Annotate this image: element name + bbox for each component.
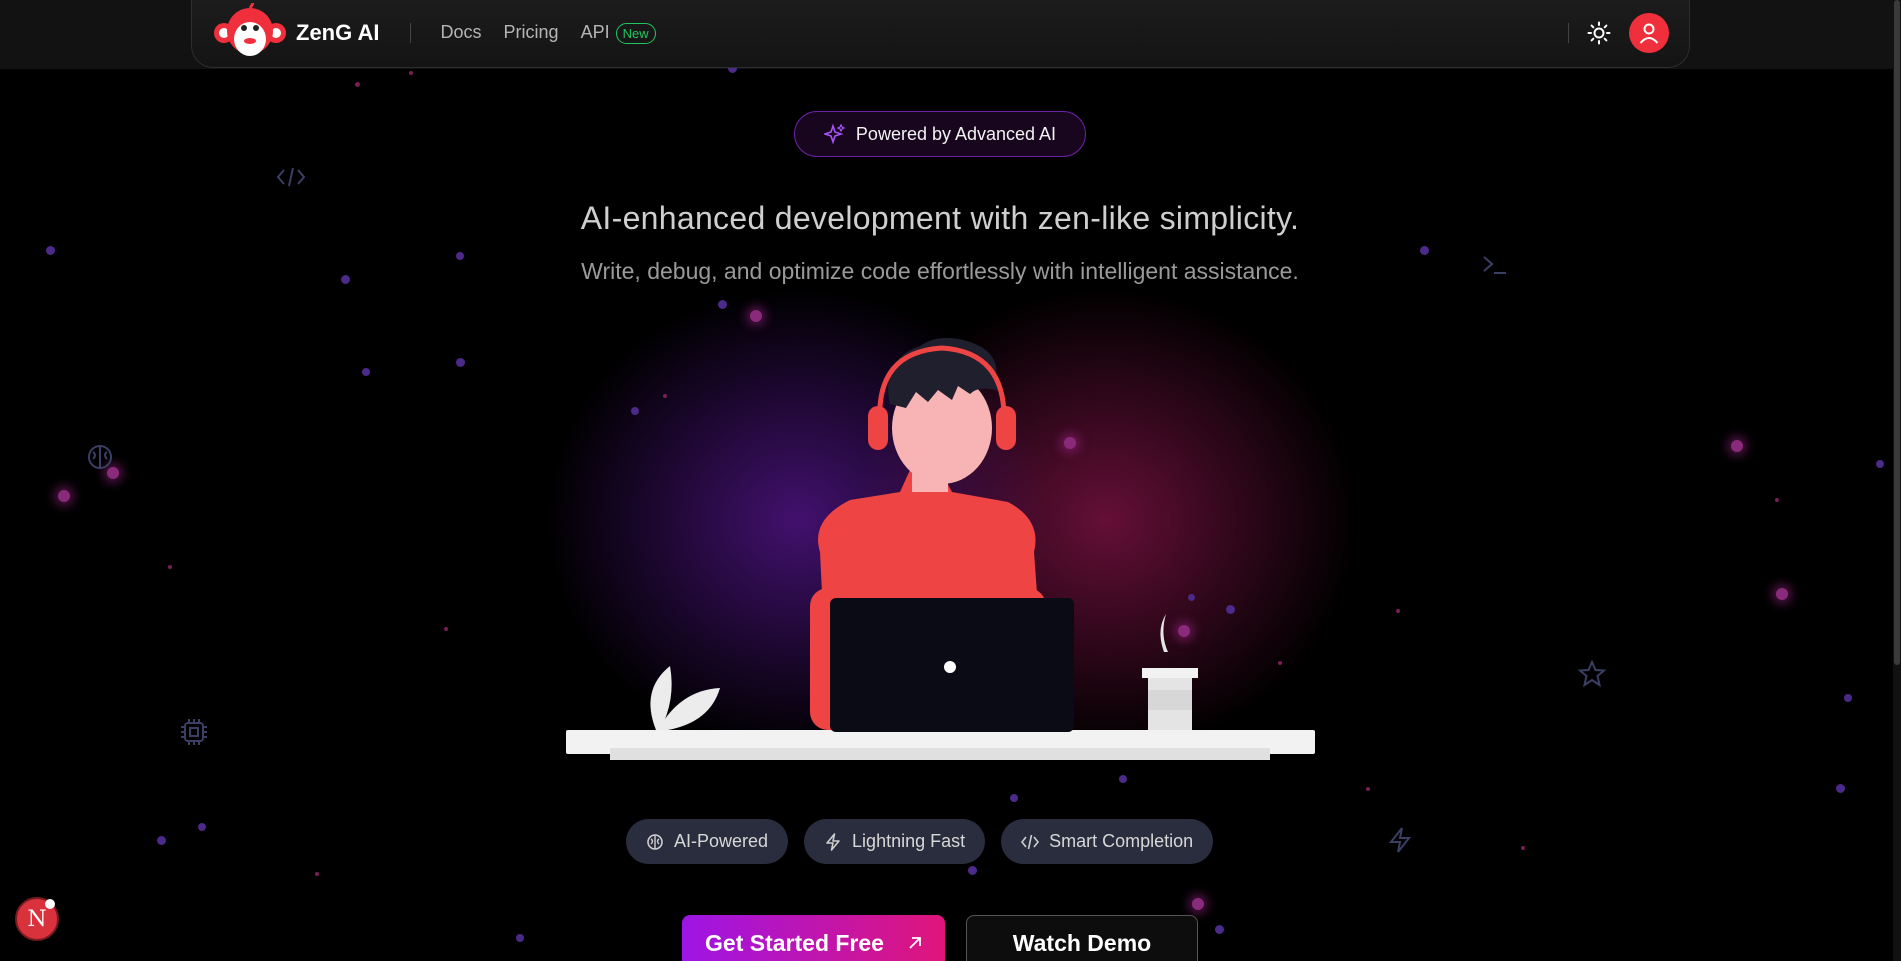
sparkles-icon (823, 123, 846, 145)
nav-links: Docs Pricing API New (441, 22, 656, 44)
get-started-label: Get Started Free (705, 929, 884, 956)
get-started-button[interactable]: Get Started Free (682, 915, 945, 961)
feature-chip-ai-powered: AI-Powered (626, 819, 789, 864)
nav-divider (409, 22, 411, 43)
code-tag-icon (276, 167, 306, 187)
new-badge: New (615, 22, 656, 44)
hero-subline: Write, debug, and optimize code effortle… (581, 258, 1299, 284)
nav-link-api-label: API (580, 21, 610, 42)
feature-chip-label: AI-Powered (674, 831, 769, 851)
notification-dot (45, 899, 55, 909)
star-icon (1578, 660, 1606, 688)
arrow-up-right-icon (909, 937, 921, 949)
brand-logo[interactable]: ZenG AI (212, 2, 380, 63)
brain-icon (647, 833, 663, 850)
floating-badge-letter: N (27, 906, 47, 932)
brain-outline-icon (88, 445, 112, 469)
powered-by-pill: Powered by Advanced AI (794, 111, 1086, 157)
nav-actions (1568, 12, 1669, 53)
nav-actions-divider (1568, 22, 1569, 43)
nav-link-pricing[interactable]: Pricing (504, 22, 559, 43)
watch-demo-button[interactable]: Watch Demo (966, 915, 1198, 961)
feature-chips: AI-Powered Lightning Fast Smart Completi… (626, 819, 1214, 864)
feature-chip-lightning-fast: Lightning Fast (804, 819, 986, 864)
user-avatar-button[interactable] (1629, 12, 1669, 53)
hero-headline: AI-enhanced development with zen-like si… (580, 200, 1300, 236)
bolt-outline-icon (1388, 827, 1412, 853)
monkey-logo-icon (214, 2, 286, 56)
theme-toggle-sun-icon[interactable] (1587, 21, 1611, 45)
feature-chip-label: Lightning Fast (852, 831, 966, 851)
lightning-icon (826, 832, 840, 851)
watch-demo-label: Watch Demo (1012, 929, 1152, 956)
top-navbar: ZenG AI Docs Pricing API New (191, 0, 1690, 68)
nav-link-api[interactable]: API New (581, 22, 656, 44)
chip-icon (181, 719, 207, 745)
feature-chip-smart-completion: Smart Completion (1001, 819, 1214, 864)
code-icon (1021, 834, 1040, 849)
page-scrollbar[interactable] (1893, 0, 1901, 961)
brand-name: ZenG AI (296, 19, 380, 45)
developer-illustration (566, 337, 1315, 760)
powered-by-label: Powered by Advanced AI (855, 123, 1057, 144)
scrollbar-thumb[interactable] (1894, 0, 1900, 665)
nav-link-docs[interactable]: Docs (441, 22, 482, 43)
user-icon (1639, 23, 1659, 44)
floating-dev-badge[interactable]: N (15, 897, 59, 941)
feature-chip-label: Smart Completion (1049, 831, 1194, 851)
